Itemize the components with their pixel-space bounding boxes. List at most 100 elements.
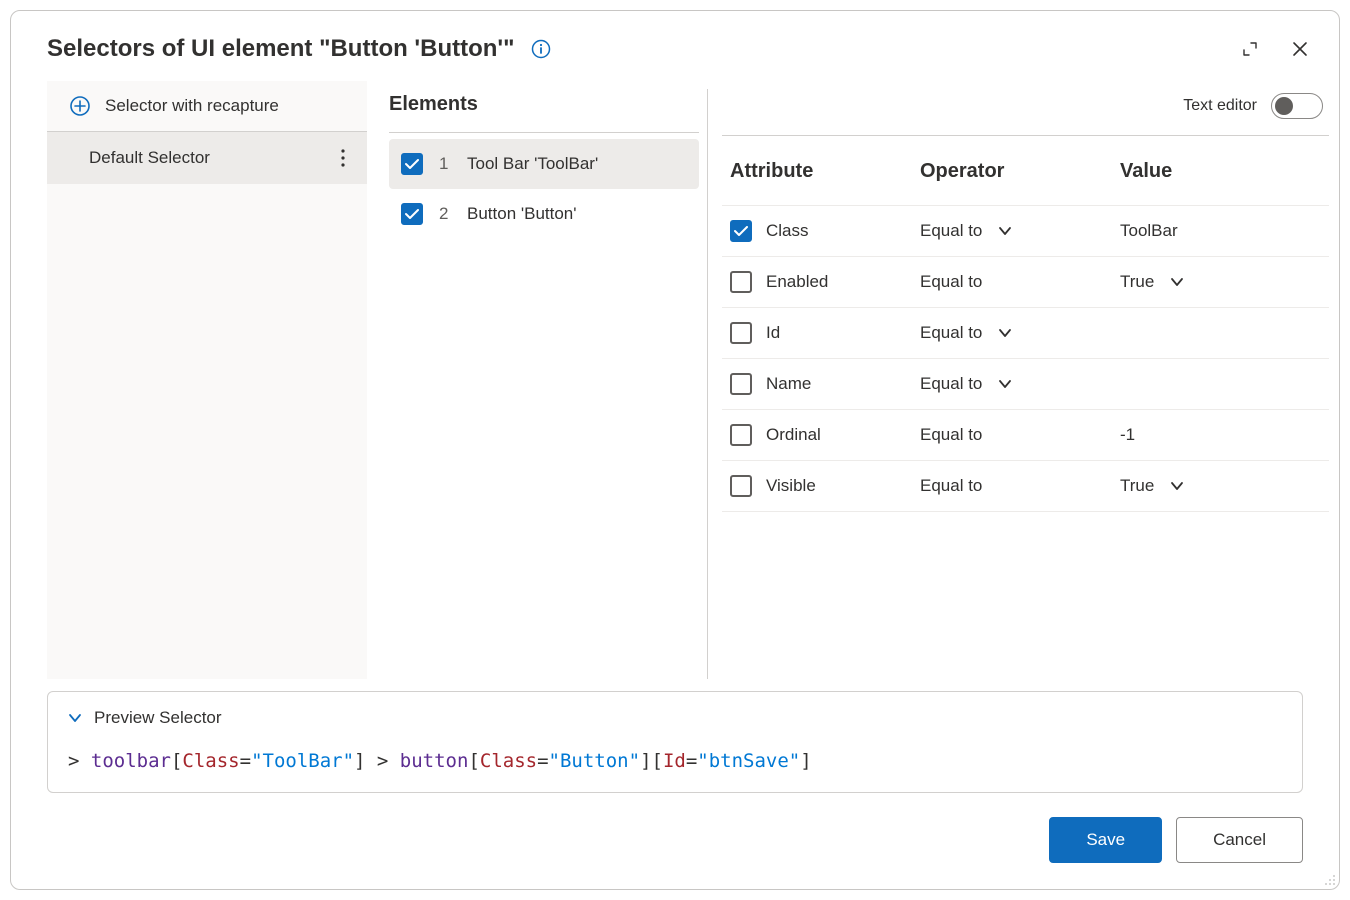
preview-token: "Button" [549, 750, 641, 772]
chevron-down-icon [998, 377, 1012, 391]
attribute-row: Class Equal to ToolBar [722, 206, 1329, 257]
preview-token: "btnSave" [697, 750, 800, 772]
preview-token: = [240, 750, 251, 772]
operator-dropdown[interactable]: Equal to [920, 374, 1120, 394]
checkbox-unchecked[interactable] [730, 424, 752, 446]
operator-dropdown[interactable]: Equal to [920, 323, 1120, 343]
attribute-name: Ordinal [766, 425, 821, 445]
text-editor-toggle[interactable] [1271, 93, 1323, 119]
dialog-title: Selectors of UI element "Button 'Button'… [47, 35, 515, 63]
selectors-sidebar: Selector with recapture Default Selector [47, 81, 367, 679]
operator-value: Equal to [920, 221, 982, 241]
checkbox-checked[interactable] [401, 203, 423, 225]
preview-token: ][ [640, 750, 663, 772]
recapture-label: Selector with recapture [105, 96, 279, 116]
preview-heading: Preview Selector [94, 708, 222, 728]
checkbox-unchecked[interactable] [730, 271, 752, 293]
column-divider [707, 89, 708, 679]
attribute-name: Class [766, 221, 809, 241]
header-attribute: Attribute [730, 160, 920, 183]
operator-value: Equal to [920, 476, 982, 496]
plus-circle-icon [69, 95, 91, 117]
preview-selector-text: > toolbar[Class="ToolBar"] > button[Clas… [68, 750, 1282, 772]
attribute-row: Name Equal to [722, 359, 1329, 410]
attribute-value: True [1120, 272, 1154, 292]
close-icon[interactable] [1289, 38, 1311, 60]
info-icon[interactable] [531, 39, 551, 59]
preview-token: = [686, 750, 697, 772]
operator-dropdown[interactable]: Equal to [920, 425, 1120, 445]
element-row[interactable]: 1 Tool Bar 'ToolBar' [389, 139, 699, 189]
preview-token: ] > [354, 750, 400, 772]
element-label: Tool Bar 'ToolBar' [467, 154, 598, 174]
operator-value: Equal to [920, 425, 982, 445]
elements-column: Elements 1 Tool Bar 'ToolBar' 2 Button 'But… [367, 81, 707, 679]
preview-token: = [537, 750, 548, 772]
vertical-dots-icon [341, 148, 345, 168]
attribute-value: -1 [1120, 425, 1135, 445]
preview-token: ] [800, 750, 811, 772]
operator-value: Equal to [920, 272, 982, 292]
chevron-down-icon [998, 326, 1012, 340]
header-operator: Operator [920, 160, 1120, 183]
preview-token: button [400, 750, 469, 772]
element-label: Button 'Button' [467, 204, 577, 224]
attribute-value: True [1120, 476, 1154, 496]
checkbox-checked[interactable] [401, 153, 423, 175]
attribute-name: Id [766, 323, 780, 343]
preview-token: Class [480, 750, 537, 772]
preview-token: > [68, 750, 91, 772]
chevron-down-icon [68, 711, 82, 725]
checkbox-checked[interactable] [730, 220, 752, 242]
selector-builder-dialog: Selectors of UI element "Button 'Button'… [10, 10, 1340, 890]
selector-item-more-button[interactable] [333, 144, 353, 172]
checkbox-unchecked[interactable] [730, 475, 752, 497]
selector-item-default[interactable]: Default Selector [47, 132, 367, 184]
value-cell[interactable]: ToolBar [1120, 221, 1319, 241]
cancel-button[interactable]: Cancel [1176, 817, 1303, 863]
value-cell[interactable]: True [1120, 476, 1319, 496]
operator-dropdown[interactable]: Equal to [920, 272, 1120, 292]
operator-dropdown[interactable]: Equal to [920, 221, 1120, 241]
chevron-down-icon [998, 224, 1012, 238]
attribute-row: Visible Equal to True [722, 461, 1329, 512]
operator-value: Equal to [920, 374, 982, 394]
operator-dropdown[interactable]: Equal to [920, 476, 1120, 496]
attribute-row: Enabled Equal to True [722, 257, 1329, 308]
selector-with-recapture-button[interactable]: Selector with recapture [47, 81, 367, 132]
elements-heading: Elements [389, 81, 699, 128]
resize-grip-icon[interactable] [1324, 874, 1336, 886]
preview-token: toolbar [91, 750, 171, 772]
expand-icon[interactable] [1239, 38, 1261, 60]
preview-selector-toggle[interactable]: Preview Selector [68, 708, 1282, 728]
attribute-name: Visible [766, 476, 816, 496]
titlebar: Selectors of UI element "Button 'Button'… [11, 11, 1339, 81]
element-row[interactable]: 2 Button 'Button' [389, 189, 699, 239]
attribute-value: ToolBar [1120, 221, 1178, 241]
operator-value: Equal to [920, 323, 982, 343]
chevron-down-icon [1170, 275, 1184, 289]
element-index: 2 [439, 204, 451, 224]
dialog-footer: Save Cancel [17, 793, 1333, 889]
header-value: Value [1120, 160, 1319, 183]
value-cell[interactable]: -1 [1120, 425, 1319, 445]
attribute-row: Id Equal to [722, 308, 1329, 359]
attribute-name: Enabled [766, 272, 828, 292]
selector-item-label: Default Selector [89, 148, 210, 168]
attribute-name: Name [766, 374, 811, 394]
preview-token: "ToolBar" [251, 750, 354, 772]
preview-token: [ [468, 750, 479, 772]
value-cell[interactable]: True [1120, 272, 1319, 292]
attributes-column: Text editor Attribute Operator Value Cla… [712, 81, 1333, 679]
checkbox-unchecked[interactable] [730, 373, 752, 395]
element-index: 1 [439, 154, 451, 174]
checkbox-unchecked[interactable] [730, 322, 752, 344]
chevron-down-icon [1170, 479, 1184, 493]
preview-token: Class [182, 750, 239, 772]
toggle-knob [1275, 97, 1293, 115]
attribute-row: Ordinal Equal to -1 [722, 410, 1329, 461]
preview-selector-box: Preview Selector > toolbar[Class="ToolBa… [47, 691, 1303, 793]
text-editor-toggle-group: Text editor [1183, 81, 1329, 131]
attribute-headers: Attribute Operator Value [722, 136, 1329, 206]
save-button[interactable]: Save [1049, 817, 1162, 863]
